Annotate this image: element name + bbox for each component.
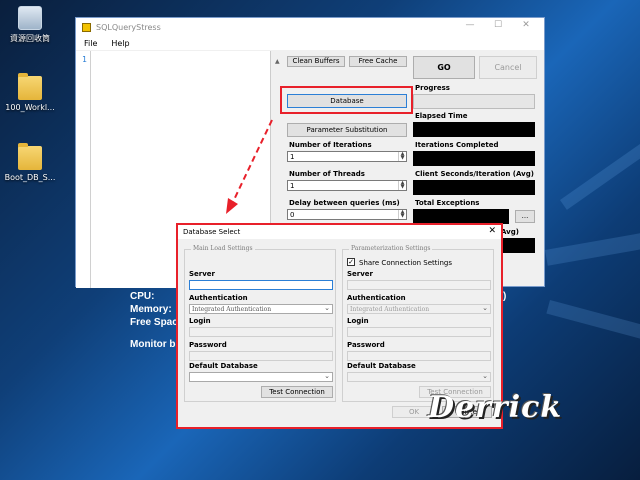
param-login-input[interactable] xyxy=(347,327,491,337)
progress-bar xyxy=(413,94,535,109)
desktop-icon-folder-boot-db[interactable]: Boot_DB_S... xyxy=(0,143,60,182)
parameterization-caption: Parameterization Settings xyxy=(349,245,433,252)
folder-icon xyxy=(18,143,42,170)
desktop-icon-label: 資源回收筒 xyxy=(10,34,50,43)
line-number: 1 xyxy=(82,55,87,64)
annotation-arrow xyxy=(226,119,273,214)
authentication-label: Authentication xyxy=(189,294,248,302)
parameterization-settings-group: Parameterization Settings ✓ Share Connec… xyxy=(342,245,494,402)
stat-monitor: Monitor b xyxy=(130,339,176,350)
iterations-completed-label: Iterations Completed xyxy=(415,141,499,149)
iterations-stepper[interactable]: 1 ▲ ▼ xyxy=(287,151,407,162)
test-connection-button[interactable]: Test Connection xyxy=(261,386,333,398)
spin-arrows-icon[interactable]: ▲ ▼ xyxy=(398,210,406,219)
dialog-title-bar: Database Select xyxy=(178,225,501,239)
avg-label-fragment: Avg) xyxy=(501,228,519,236)
stat-memory: Memory: xyxy=(130,304,172,315)
threads-value: 1 xyxy=(290,181,295,190)
dialog-close-icon[interactable]: ✕ xyxy=(488,226,496,236)
desktop-icon-folder-workload[interactable]: 100_Workl... xyxy=(0,73,60,112)
chevron-down-icon: ⌄ xyxy=(324,304,330,312)
threads-stepper[interactable]: 1 ▲ ▼ xyxy=(287,180,407,191)
chevron-down-icon: ⌄ xyxy=(482,304,488,312)
minimize-icon[interactable]: — xyxy=(456,20,484,30)
default-database-select[interactable]: ⌄ xyxy=(189,372,333,382)
param-default-database-label: Default Database xyxy=(347,362,416,370)
recycle-bin-icon xyxy=(18,6,42,30)
login-input[interactable] xyxy=(189,327,333,337)
stat-paren: ) xyxy=(503,291,507,302)
param-password-label: Password xyxy=(347,341,385,349)
dialog-title: Database Select xyxy=(183,228,241,236)
param-server-input[interactable] xyxy=(347,280,491,290)
menu-file[interactable]: File xyxy=(84,39,97,48)
server-input[interactable] xyxy=(189,280,333,290)
free-cache-button[interactable]: Free Cache xyxy=(349,56,407,67)
main-load-caption: Main Load Settings xyxy=(191,245,255,252)
collapse-arrow-icon[interactable]: ▲ xyxy=(275,58,280,65)
delay-value: 0 xyxy=(290,210,295,219)
main-load-settings-group: Main Load Settings Server Authentication… xyxy=(184,245,336,402)
iterations-value: 1 xyxy=(290,152,295,161)
window-title: SQLQueryStress xyxy=(96,22,161,32)
highlight-box xyxy=(280,86,413,114)
watermark-signature: Derrick xyxy=(428,390,563,425)
clean-buffers-button[interactable]: Clean Buffers xyxy=(287,56,345,67)
elapsed-time-display xyxy=(413,122,535,137)
close-icon[interactable]: ✕ xyxy=(512,20,540,30)
desktop-icon-recycle-bin[interactable]: 資源回收筒 xyxy=(0,6,60,44)
param-authentication-select[interactable]: Integrated Authentication ⌄ xyxy=(347,304,491,314)
delay-stepper[interactable]: 0 ▲ ▼ xyxy=(287,209,407,220)
client-seconds-display xyxy=(413,180,535,195)
chevron-down-icon: ⌄ xyxy=(482,372,488,380)
progress-label: Progress xyxy=(415,84,450,92)
client-seconds-label: Client Seconds/Iteration (Avg) xyxy=(415,170,534,178)
spin-arrows-icon[interactable]: ▲ ▼ xyxy=(398,181,406,190)
menu-help[interactable]: Help xyxy=(111,39,129,48)
share-settings-label: Share Connection Settings xyxy=(359,259,452,267)
param-default-database-select[interactable]: ⌄ xyxy=(347,372,491,382)
authentication-value: Integrated Authentication xyxy=(192,305,272,313)
server-label: Server xyxy=(189,270,216,278)
go-button[interactable]: GO xyxy=(413,56,475,79)
default-database-label: Default Database xyxy=(189,362,258,370)
param-login-label: Login xyxy=(347,317,369,325)
share-settings-checkbox[interactable]: ✓ xyxy=(347,258,355,266)
param-server-label: Server xyxy=(347,270,374,278)
stat-free-space: Free Spac xyxy=(130,317,178,328)
threads-label: Number of Threads xyxy=(289,170,365,178)
app-icon xyxy=(82,22,91,32)
editor-gutter xyxy=(90,51,91,288)
folder-icon xyxy=(18,73,42,100)
delay-label: Delay between queries (ms) xyxy=(289,199,400,207)
exceptions-details-button[interactable]: ... xyxy=(515,210,535,223)
iterations-completed-display xyxy=(413,151,535,166)
total-exceptions-label: Total Exceptions xyxy=(415,199,480,207)
password-label: Password xyxy=(189,341,227,349)
param-password-input[interactable] xyxy=(347,351,491,361)
login-label: Login xyxy=(189,317,211,325)
authentication-select[interactable]: Integrated Authentication ⌄ xyxy=(189,304,333,314)
param-authentication-value: Integrated Authentication xyxy=(350,305,430,313)
stat-cpu: CPU: xyxy=(130,291,155,302)
password-input[interactable] xyxy=(189,351,333,361)
elapsed-time-label: Elapsed Time xyxy=(415,112,468,120)
iterations-label: Number of Iterations xyxy=(289,141,372,149)
total-exceptions-display xyxy=(413,209,509,224)
avg-display xyxy=(503,238,535,253)
parameter-substitution-button[interactable]: Parameter Substitution xyxy=(287,123,407,137)
param-authentication-label: Authentication xyxy=(347,294,406,302)
desktop-icon-label: Boot_DB_S... xyxy=(4,173,56,182)
spin-arrows-icon[interactable]: ▲ ▼ xyxy=(398,152,406,161)
desktop-icon-label: 100_Workl... xyxy=(5,103,55,112)
menu-bar: File Help xyxy=(76,36,544,50)
cancel-button[interactable]: Cancel xyxy=(479,56,537,79)
chevron-down-icon: ⌄ xyxy=(324,372,330,380)
maximize-icon[interactable]: ☐ xyxy=(484,20,512,30)
